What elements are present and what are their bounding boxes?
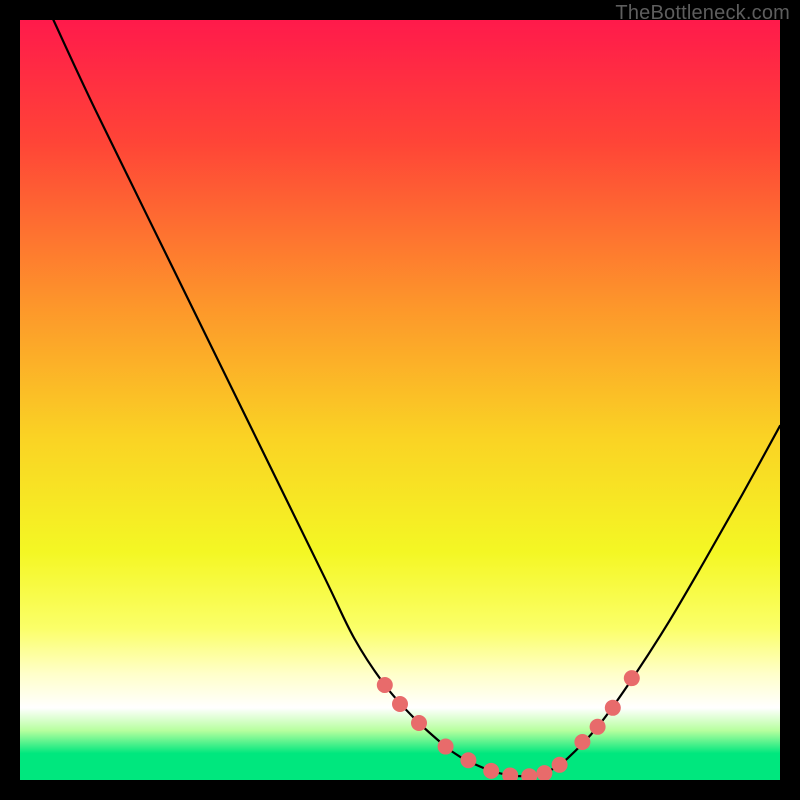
marker-dot (605, 700, 621, 716)
chart-stage: TheBottleneck.com (0, 0, 800, 800)
marker-dot (411, 715, 427, 731)
gradient-background (20, 20, 780, 780)
marker-dot (460, 752, 476, 768)
marker-dot (483, 763, 499, 779)
marker-dot (438, 739, 454, 755)
chart-svg (20, 20, 780, 780)
marker-dot (590, 719, 606, 735)
marker-dot (377, 677, 393, 693)
watermark-text: TheBottleneck.com (615, 2, 790, 25)
marker-dot (552, 757, 568, 773)
marker-dot (624, 670, 640, 686)
plot-area (20, 20, 780, 780)
marker-dot (392, 696, 408, 712)
marker-dot (574, 734, 590, 750)
